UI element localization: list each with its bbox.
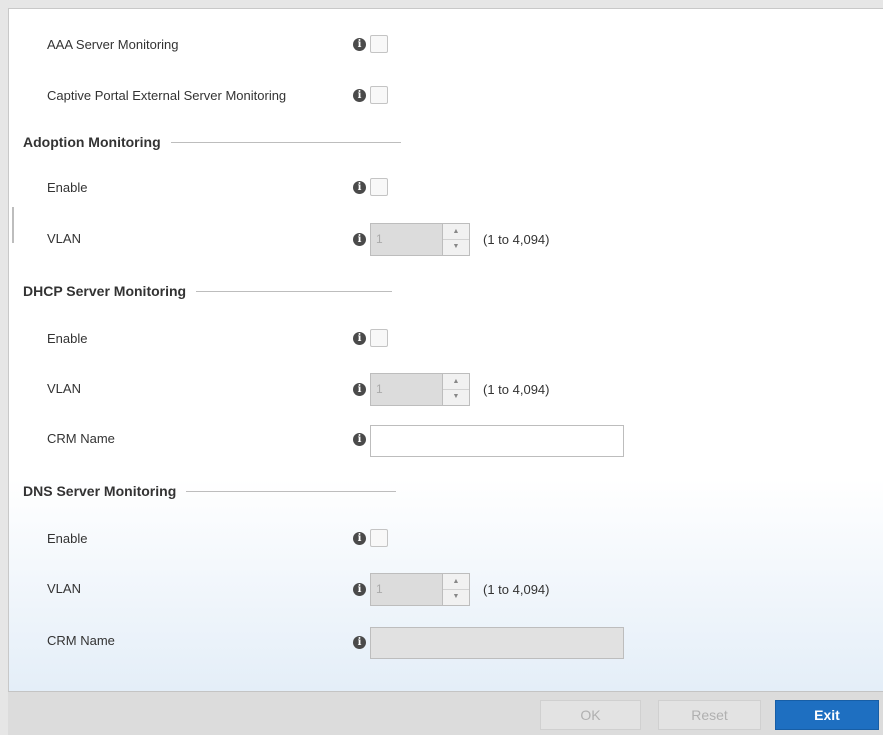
info-icon[interactable]: i (353, 636, 366, 649)
info-icon[interactable]: i (353, 532, 366, 545)
spin-down-icon[interactable]: ▼ (443, 589, 469, 604)
dhcp-vlan-label: VLAN (47, 381, 81, 396)
dhcp-monitoring-title: DHCP Server Monitoring (23, 283, 187, 299)
dns-crm-name-label: CRM Name (47, 633, 115, 648)
scroll-edge-marker (12, 207, 14, 243)
aaa-monitoring-label: AAA Server Monitoring (47, 37, 179, 52)
section-divider (196, 290, 393, 292)
dhcp-vlan-spinner[interactable]: 1 ▲ ▼ (370, 373, 470, 406)
info-icon[interactable]: i (353, 583, 366, 596)
info-icon[interactable]: i (353, 383, 366, 396)
dns-vlan-range: (1 to 4,094) (483, 582, 550, 597)
spinner-buttons: ▲ ▼ (442, 374, 469, 405)
dialog-footer: OK Reset Exit (8, 691, 883, 735)
info-icon[interactable]: i (353, 332, 366, 345)
captive-portal-monitoring-label: Captive Portal External Server Monitorin… (47, 88, 287, 103)
dhcp-enable-checkbox[interactable] (370, 329, 388, 347)
spinner-buttons: ▲ ▼ (442, 574, 469, 605)
info-icon[interactable]: i (353, 181, 366, 194)
reset-button[interactable]: Reset (658, 700, 761, 730)
spinner-buttons: ▲ ▼ (442, 224, 469, 255)
spin-down-icon[interactable]: ▼ (443, 239, 469, 254)
dhcp-vlan-value: 1 (376, 382, 383, 396)
dns-vlan-label: VLAN (47, 581, 81, 596)
dns-crm-name-input[interactable] (370, 627, 624, 659)
spin-up-icon[interactable]: ▲ (443, 224, 469, 240)
section-divider (186, 490, 397, 492)
dns-enable-label: Enable (47, 531, 88, 546)
captive-portal-monitoring-checkbox[interactable] (370, 86, 388, 104)
info-icon[interactable]: i (353, 89, 366, 102)
dhcp-vlan-range: (1 to 4,094) (483, 382, 550, 397)
spin-up-icon[interactable]: ▲ (443, 374, 469, 390)
dhcp-monitoring-heading: DHCP Server Monitoring (23, 283, 393, 299)
aaa-monitoring-checkbox[interactable] (370, 35, 388, 53)
info-icon[interactable]: i (353, 433, 366, 446)
adoption-vlan-label: VLAN (47, 231, 81, 246)
ok-button[interactable]: OK (540, 700, 641, 730)
dns-vlan-spinner[interactable]: 1 ▲ ▼ (370, 573, 470, 606)
adoption-enable-label: Enable (47, 180, 88, 195)
adoption-monitoring-title: Adoption Monitoring (23, 134, 161, 150)
section-divider (170, 141, 401, 143)
dns-monitoring-title: DNS Server Monitoring (23, 483, 177, 499)
adoption-vlan-range: (1 to 4,094) (483, 232, 550, 247)
dhcp-crm-name-input[interactable] (370, 425, 624, 457)
spin-up-icon[interactable]: ▲ (443, 574, 469, 590)
exit-button[interactable]: Exit (775, 700, 879, 730)
dns-vlan-value: 1 (376, 582, 383, 596)
dhcp-enable-label: Enable (47, 331, 88, 346)
spin-down-icon[interactable]: ▼ (443, 389, 469, 404)
info-icon[interactable]: i (353, 233, 366, 246)
dns-enable-checkbox[interactable] (370, 529, 388, 547)
adoption-enable-checkbox[interactable] (370, 178, 388, 196)
info-icon[interactable]: i (353, 38, 366, 51)
adoption-vlan-value: 1 (376, 232, 383, 246)
adoption-vlan-spinner[interactable]: 1 ▲ ▼ (370, 223, 470, 256)
dhcp-crm-name-label: CRM Name (47, 431, 115, 446)
dns-monitoring-heading: DNS Server Monitoring (23, 483, 397, 499)
adoption-monitoring-heading: Adoption Monitoring (23, 134, 401, 150)
